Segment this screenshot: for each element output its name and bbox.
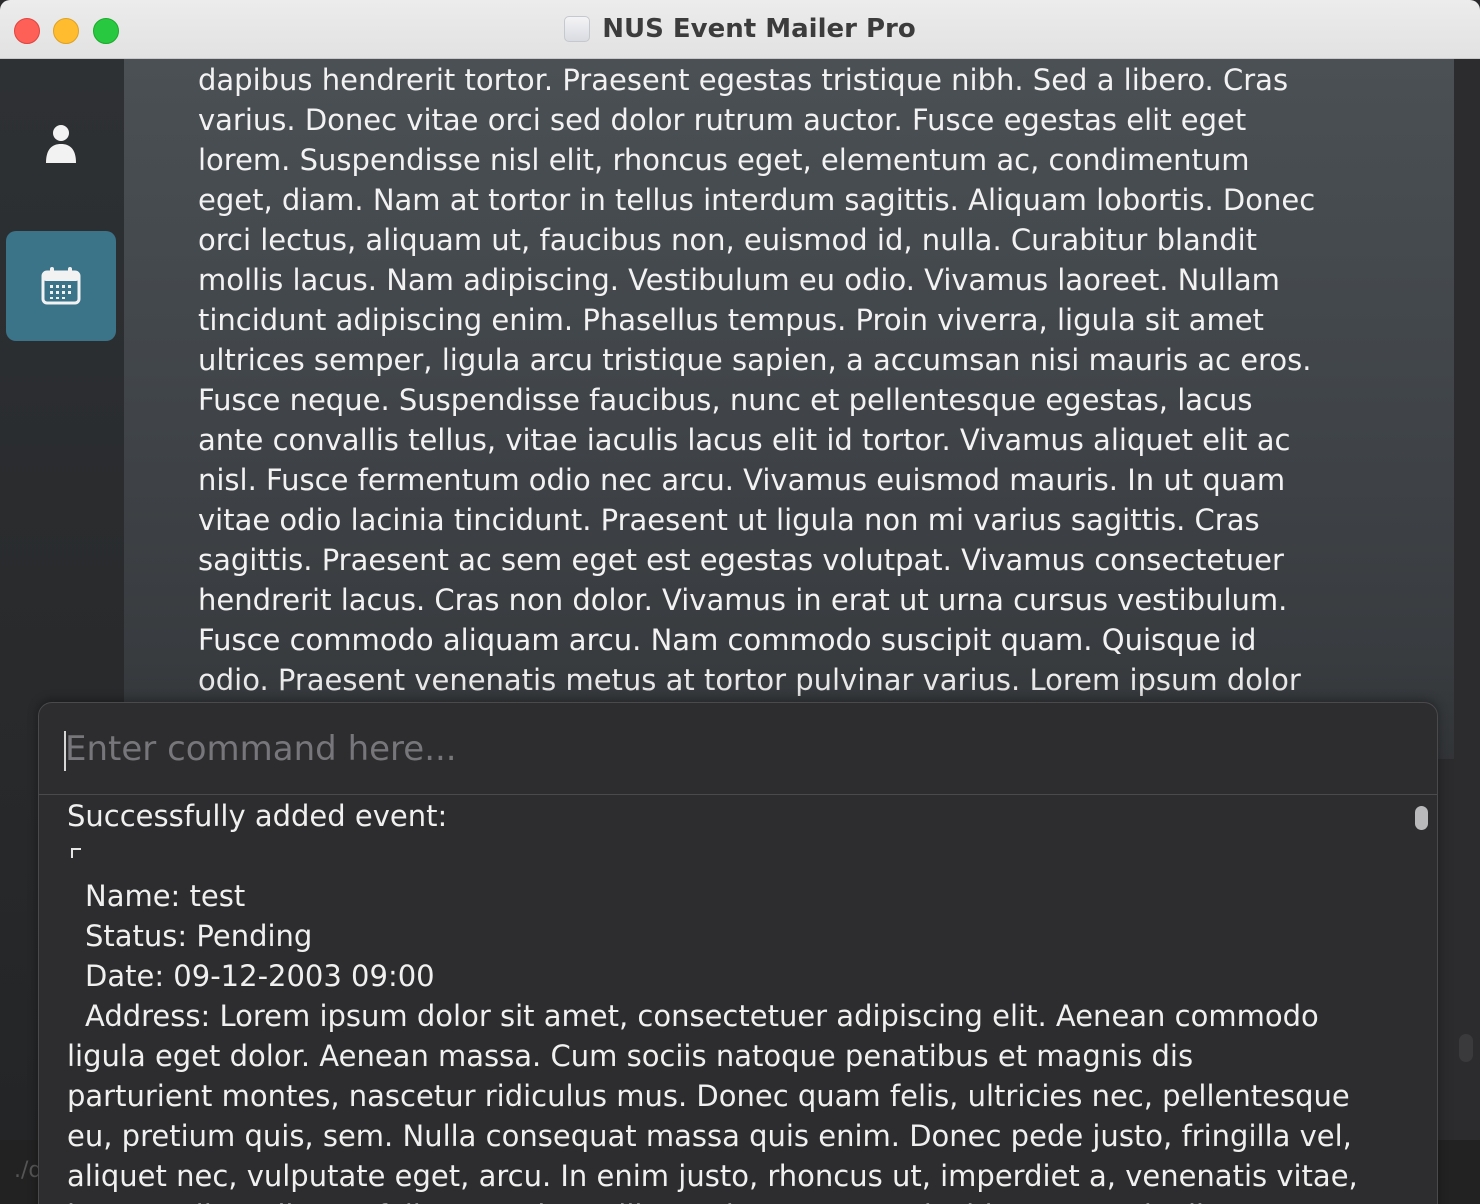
title-wrap: NUS Event Mailer Pro <box>0 0 1480 58</box>
result-heading: Successfully added event: <box>67 799 448 833</box>
app-icon <box>564 16 591 42</box>
app-window: NUS Event Mailer Pro dapibus hendrerit t… <box>0 0 1480 1204</box>
result-event-address: Address: Lorem ipsum dolor sit amet, con… <box>85 999 1319 1033</box>
result-display[interactable]: Successfully added event: Name: test Sta… <box>39 796 1437 1204</box>
event-description-panel: dapibus hendrerit tortor. Praesent egest… <box>124 59 1454 759</box>
bracket-line <box>67 836 1397 876</box>
calendar-icon <box>41 267 81 305</box>
command-panel: Successfully added event: Name: test Sta… <box>38 702 1438 1204</box>
description-line: ultrices semper, ligula arcu tristique s… <box>198 343 1312 377</box>
description-line: Fusce commodo aliquam arcu. Nam commodo … <box>198 623 1257 657</box>
description-line: ante convallis tellus, vitae iaculis lac… <box>198 423 1291 457</box>
command-input[interactable] <box>39 703 1437 795</box>
description-line: lorem. Suspendisse nisl elit, rhoncus eg… <box>198 143 1250 177</box>
address-line: parturient montes, nascetur ridiculus mu… <box>67 1079 1350 1113</box>
address-line: justo. Nullam dictum felis eu pede molli… <box>67 1196 1397 1204</box>
text-caret <box>64 731 66 771</box>
window-title: NUS Event Mailer Pro <box>602 14 916 44</box>
address-line: ligula eget dolor. Aenean massa. Cum soc… <box>67 1039 1194 1073</box>
result-address-lines: ligula eget dolor. Aenean massa. Cum soc… <box>67 1036 1397 1204</box>
gutter-scroll-knob[interactable] <box>1459 1034 1473 1062</box>
result-event-date: Date: 09-12-2003 09:00 <box>85 959 435 993</box>
person-icon <box>46 125 76 163</box>
description-line: vitae odio lacinia tincidunt. Praesent u… <box>198 503 1260 537</box>
right-gutter <box>1454 59 1480 1204</box>
result-scrollbar-thumb[interactable] <box>1415 806 1428 830</box>
description-line: hendrerit lacus. Cras non dolor. Vivamus… <box>198 583 1288 617</box>
description-line: tincidunt adipiscing enim. Phasellus tem… <box>198 303 1264 337</box>
sidebar-item-persons[interactable] <box>6 89 116 199</box>
description-line: Fusce neque. Suspendisse faucibus, nunc … <box>198 383 1253 417</box>
description-line: eget, diam. Nam at tortor in tellus inte… <box>198 183 1316 217</box>
description-line: orci lectus, aliquam ut, faucibus non, e… <box>198 223 1258 257</box>
description-line: dapibus hendrerit tortor. Praesent egest… <box>198 63 1289 97</box>
result-event-name: Name: test <box>85 879 246 913</box>
result-event-status: Status: Pending <box>85 919 313 953</box>
bracket-glyph <box>71 848 81 858</box>
result-text: Successfully added event: Name: test Sta… <box>67 796 1397 1204</box>
event-description-text: dapibus hendrerit tortor. Praesent egest… <box>198 60 1378 700</box>
description-line: nisl. Fusce fermentum odio nec arcu. Viv… <box>198 463 1286 497</box>
description-line: sagittis. Praesent ac sem eget est egest… <box>198 543 1284 577</box>
title-bar: NUS Event Mailer Pro <box>0 0 1480 59</box>
address-line: aliquet nec, vulputate eget, arcu. In en… <box>67 1159 1358 1193</box>
address-line: eu, pretium quis, sem. Nulla consequat m… <box>67 1119 1352 1153</box>
description-line: varius. Donec vitae orci sed dolor rutru… <box>198 103 1247 137</box>
description-line: mollis lacus. Nam adipiscing. Vestibulum… <box>198 263 1280 297</box>
sidebar-item-events[interactable] <box>6 231 116 341</box>
